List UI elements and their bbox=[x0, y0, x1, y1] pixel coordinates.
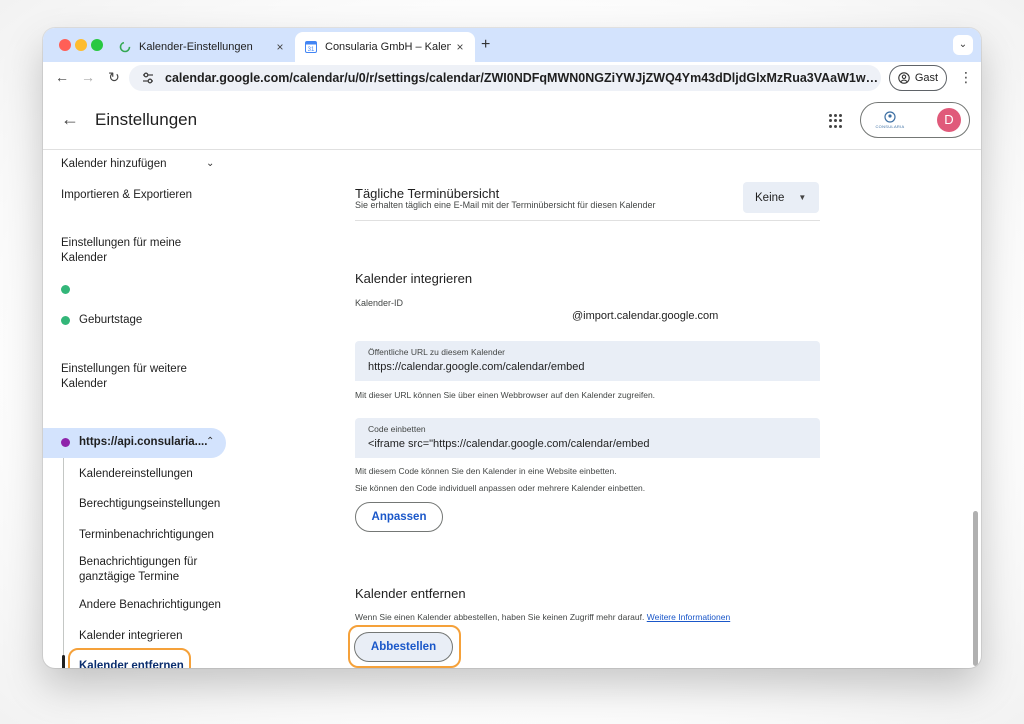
loading-icon bbox=[119, 41, 131, 53]
daily-agenda-select[interactable]: Keine ▼ bbox=[743, 182, 819, 213]
scrollbar[interactable] bbox=[973, 511, 978, 666]
site-settings-icon[interactable] bbox=[141, 71, 155, 85]
calendar-favicon-icon: 31 bbox=[305, 41, 317, 53]
sidebar-subitem-permissions[interactable]: Berechtigungseinstellungen bbox=[79, 497, 229, 512]
svg-text:31: 31 bbox=[308, 47, 315, 53]
url-text: calendar.google.com/calendar/u/0/r/setti… bbox=[165, 71, 881, 85]
tab-settings[interactable]: Kalender-Einstellungen × bbox=[109, 32, 295, 62]
section-heading-my-calendars: Einstellungen für meine Kalender bbox=[61, 237, 182, 264]
embed-code-value: <iframe src="https://calendar.google.com… bbox=[368, 438, 650, 450]
google-apps-icon[interactable] bbox=[829, 114, 843, 128]
calendar-id-label: Kalender-ID bbox=[355, 298, 404, 308]
sidebar-subitem-integrate[interactable]: Kalender integrieren bbox=[79, 629, 229, 644]
public-url-label: Öffentliche URL zu diesem Kalender bbox=[368, 347, 506, 357]
remove-note: Wenn Sie einen Kalender abbestellen, hab… bbox=[355, 612, 730, 622]
public-url-field[interactable]: Öffentliche URL zu diesem Kalender https… bbox=[355, 341, 820, 381]
daily-agenda-subtitle: Sie erhalten täglich eine E-Mail mit der… bbox=[355, 200, 656, 210]
profile-icon bbox=[898, 72, 910, 84]
active-calendar-label: https://api.consularia.... bbox=[79, 436, 208, 448]
tab-calendar[interactable]: 31 Consularia GmbH – Kalender × bbox=[295, 32, 475, 62]
new-tab-button[interactable]: + bbox=[481, 36, 490, 54]
public-url-note: Mit dieser URL können Sie über einen Web… bbox=[355, 390, 656, 400]
account-switcher[interactable]: CONSULARIA D bbox=[860, 102, 970, 138]
close-tab-icon[interactable]: × bbox=[451, 40, 469, 54]
close-tab-icon[interactable]: × bbox=[271, 40, 289, 54]
browser-toolbar: ← → ↻ calendar.google.com/calendar/u/0/r… bbox=[43, 62, 981, 94]
browser-menu-icon[interactable]: ⋮ bbox=[959, 69, 973, 86]
sidebar-item-birthdays[interactable]: Geburtstage bbox=[79, 314, 142, 326]
remove-note-text: Wenn Sie einen Kalender abbestellen, hab… bbox=[355, 612, 645, 622]
settings-sidebar: Kalender hinzufügen ⌄ Importieren & Expo… bbox=[43, 150, 243, 668]
dropdown-arrow-icon: ▼ bbox=[798, 193, 807, 202]
calendar-color-dot bbox=[61, 316, 70, 325]
tab-strip: Kalender-Einstellungen × 31 Consularia G… bbox=[43, 28, 981, 62]
reload-button[interactable]: ↻ bbox=[105, 69, 123, 86]
learn-more-link[interactable]: Weitere Informationen bbox=[647, 612, 730, 622]
embed-code-label: Code einbetten bbox=[368, 424, 426, 434]
sidebar-subitem-allday-notifications[interactable]: Benachrichtigungen für ganztägige Termin… bbox=[79, 555, 229, 585]
embed-code-field[interactable]: Code einbetten <iframe src="https://cale… bbox=[355, 418, 820, 458]
tab-title: Kalender-Einstellungen bbox=[139, 41, 253, 53]
customize-button[interactable]: Anpassen bbox=[355, 502, 443, 532]
sidebar-subitem-other-notifications[interactable]: Andere Benachrichtigungen bbox=[79, 598, 229, 613]
submenu-line bbox=[63, 458, 64, 668]
logo-text: CONSULARIA bbox=[875, 124, 905, 129]
divider bbox=[355, 220, 820, 221]
back-arrow-icon[interactable]: ← bbox=[61, 109, 79, 130]
sidebar-item-import-export[interactable]: Importieren & Exportieren bbox=[61, 189, 192, 201]
maximize-window-button[interactable] bbox=[91, 39, 103, 51]
tab-title: Consularia GmbH – Kalender bbox=[325, 41, 451, 53]
embed-note-1: Mit diesem Code können Sie den Kalender … bbox=[355, 466, 617, 476]
calendar-color-dot bbox=[61, 438, 70, 447]
highlight-remove-sidebar bbox=[68, 648, 191, 668]
submenu-active-marker bbox=[62, 655, 65, 668]
tab-search-button[interactable]: ⌄ bbox=[953, 35, 973, 55]
embed-note-2: Sie können den Code individuell anpassen… bbox=[355, 483, 646, 493]
section-heading-other-calendars: Einstellungen für weitere Kalender bbox=[61, 363, 187, 390]
back-button[interactable]: ← bbox=[53, 69, 71, 85]
address-bar[interactable]: calendar.google.com/calendar/u/0/r/setti… bbox=[129, 65, 881, 91]
sidebar-subitem-event-notifications[interactable]: Terminbenachrichtigungen bbox=[79, 528, 229, 543]
sidebar-item-add-calendar[interactable]: Kalender hinzufügen bbox=[61, 158, 167, 170]
chevron-up-icon[interactable]: ⌃ bbox=[206, 436, 214, 447]
avatar[interactable]: D bbox=[937, 108, 961, 132]
settings-content: Tägliche Terminübersicht Sie erhalten tä… bbox=[243, 150, 981, 668]
browser-window: Kalender-Einstellungen × 31 Consularia G… bbox=[43, 28, 981, 668]
sidebar-subitem-calendar-settings[interactable]: Kalendereinstellungen bbox=[79, 467, 229, 482]
app-header: ← Einstellungen CONSULARIA D bbox=[43, 94, 981, 150]
guest-label: Gast bbox=[914, 72, 939, 84]
remove-heading: Kalender entfernen bbox=[355, 586, 466, 601]
public-url-value: https://calendar.google.com/calendar/emb… bbox=[368, 361, 585, 373]
calendar-color-dot[interactable] bbox=[61, 285, 70, 294]
highlight-unsubscribe bbox=[348, 625, 461, 668]
page-title: Einstellungen bbox=[95, 110, 198, 129]
close-window-button[interactable] bbox=[59, 39, 71, 51]
guest-profile-button[interactable]: Gast bbox=[889, 65, 947, 91]
chevron-down-icon[interactable]: ⌄ bbox=[206, 158, 214, 169]
daily-agenda-title: Tägliche Terminübersicht bbox=[355, 186, 500, 201]
forward-button[interactable]: → bbox=[79, 69, 97, 85]
minimize-window-button[interactable] bbox=[75, 39, 87, 51]
consularia-logo: CONSULARIA bbox=[875, 111, 905, 131]
calendar-id-value: @import.calendar.google.com bbox=[572, 310, 719, 322]
select-value: Keine bbox=[755, 191, 785, 204]
integrate-heading: Kalender integrieren bbox=[355, 271, 473, 286]
